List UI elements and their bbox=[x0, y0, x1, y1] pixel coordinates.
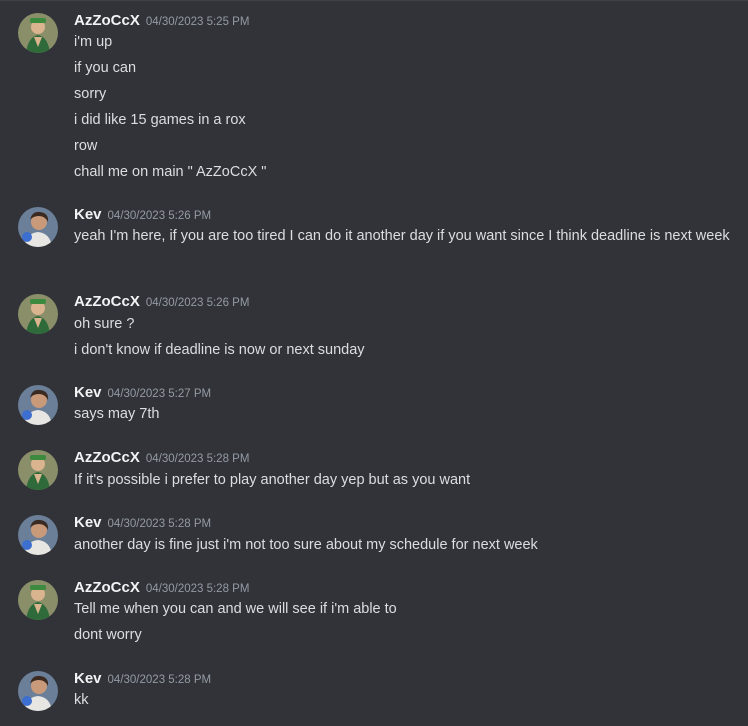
user-avatar[interactable] bbox=[18, 294, 58, 334]
timestamp: 04/30/2023 5:28 PM bbox=[145, 453, 250, 465]
user-avatar[interactable] bbox=[18, 450, 58, 490]
kev-avatar-icon bbox=[18, 671, 58, 711]
kev-avatar-icon bbox=[18, 515, 58, 555]
timestamp: 04/30/2023 5:26 PM bbox=[107, 210, 212, 222]
user-avatar[interactable] bbox=[18, 515, 58, 555]
message-text: i don't know if deadline is now or next … bbox=[74, 342, 365, 358]
timestamp: 04/30/2023 5:28 PM bbox=[107, 674, 212, 686]
username[interactable]: AzZoCcX bbox=[74, 579, 140, 596]
user-avatar[interactable] bbox=[18, 580, 58, 620]
username[interactable]: Kev bbox=[74, 514, 102, 531]
message-text: says may 7th bbox=[74, 406, 160, 422]
message-header: Kev 04/30/2023 5:27 PM bbox=[74, 383, 211, 403]
zoro-avatar-icon bbox=[18, 294, 58, 334]
timestamp: 04/30/2023 5:26 PM bbox=[145, 297, 250, 309]
username[interactable]: AzZoCcX bbox=[74, 449, 140, 466]
user-avatar[interactable] bbox=[18, 385, 58, 425]
message-text: if you can bbox=[74, 60, 137, 76]
message-header: AzZoCcX 04/30/2023 5:25 PM bbox=[74, 11, 249, 31]
message-text: yeah I'm here, if you are too tired I ca… bbox=[74, 228, 730, 244]
timestamp: 04/30/2023 5:25 PM bbox=[145, 16, 250, 28]
message-header: AzZoCcX 04/30/2023 5:26 PM bbox=[74, 292, 249, 312]
kev-avatar-icon bbox=[18, 207, 58, 247]
zoro-avatar-icon bbox=[18, 450, 58, 490]
username[interactable]: AzZoCcX bbox=[74, 293, 140, 310]
message-header: AzZoCcX 04/30/2023 5:28 PM bbox=[74, 448, 249, 468]
message-text: dont worry bbox=[74, 627, 142, 643]
username[interactable]: Kev bbox=[74, 670, 102, 687]
message-text: sorry bbox=[74, 86, 107, 102]
message-header: Kev 04/30/2023 5:26 PM bbox=[74, 205, 211, 225]
message-header: Kev 04/30/2023 5:28 PM bbox=[74, 669, 211, 689]
user-avatar[interactable] bbox=[18, 671, 58, 711]
username[interactable]: AzZoCcX bbox=[74, 12, 140, 29]
username[interactable]: Kev bbox=[74, 384, 102, 401]
message-header: AzZoCcX 04/30/2023 5:28 PM bbox=[74, 578, 249, 598]
timestamp: 04/30/2023 5:27 PM bbox=[107, 388, 212, 400]
timestamp: 04/30/2023 5:28 PM bbox=[107, 518, 212, 530]
user-avatar[interactable] bbox=[18, 13, 58, 53]
message-text: Tell me when you can and we will see if … bbox=[74, 601, 397, 617]
message-text: If it's possible i prefer to play anothe… bbox=[74, 472, 471, 488]
message-text: i'm up bbox=[74, 34, 113, 50]
message-header: Kev 04/30/2023 5:28 PM bbox=[74, 513, 211, 533]
message-text: row bbox=[74, 138, 98, 154]
username[interactable]: Kev bbox=[74, 206, 102, 223]
timestamp: 04/30/2023 5:28 PM bbox=[145, 583, 250, 595]
message-text: i did like 15 games in a rox bbox=[74, 112, 246, 128]
kev-avatar-icon bbox=[18, 385, 58, 425]
message-text: oh sure ? bbox=[74, 316, 135, 332]
message-text: kk bbox=[74, 692, 89, 708]
user-avatar[interactable] bbox=[18, 207, 58, 247]
zoro-avatar-icon bbox=[18, 580, 58, 620]
zoro-avatar-icon bbox=[18, 13, 58, 53]
message-text: another day is fine just i'm not too sur… bbox=[74, 537, 538, 553]
chat-message-list: AzZoCcX 04/30/2023 5:25 PM i'm up if you … bbox=[0, 0, 748, 726]
message-text: chall me on main " AzZoCcX " bbox=[74, 164, 267, 180]
